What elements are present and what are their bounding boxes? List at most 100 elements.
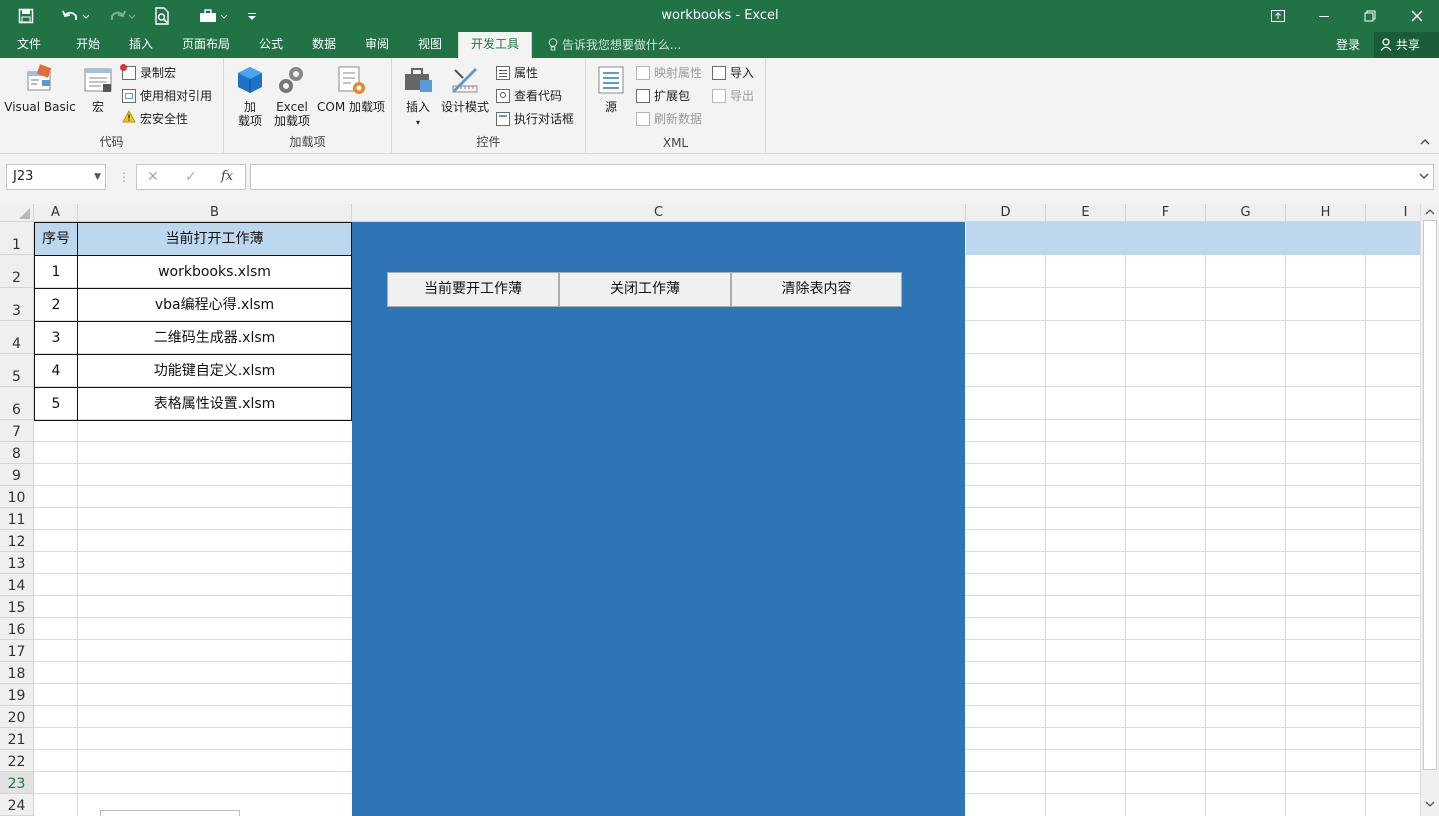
name-box[interactable]: J23 ▼	[6, 164, 106, 190]
view-code-button[interactable]: 查看代码	[496, 86, 562, 106]
scroll-thumb[interactable]	[1423, 220, 1437, 770]
table-header-cell[interactable]: 当前打开工作薄	[77, 222, 352, 256]
macros-button[interactable]: 宏	[78, 64, 118, 114]
refresh-data-button[interactable]: 刷新数据	[636, 109, 702, 129]
save-icon[interactable]	[14, 4, 38, 28]
column-header-b[interactable]: B	[78, 204, 352, 222]
table-cell[interactable]: workbooks.xlsm	[77, 255, 352, 289]
addins-button[interactable]: 加 载项	[232, 64, 268, 128]
share-button[interactable]: 共享	[1374, 32, 1439, 58]
row-header-13[interactable]: 13	[0, 552, 34, 574]
sign-in-link[interactable]: 登录	[1336, 32, 1360, 58]
tab-page-layout[interactable]: 页面布局	[174, 32, 238, 58]
row-header-21[interactable]: 21	[0, 728, 34, 750]
row-header-23[interactable]: 23	[0, 772, 34, 794]
collapse-ribbon-icon[interactable]	[1419, 136, 1431, 148]
tab-formulas[interactable]: 公式	[250, 32, 292, 58]
row-header-7[interactable]: 7	[0, 420, 34, 442]
column-header-f[interactable]: F	[1126, 204, 1206, 222]
close-workbook-button[interactable]: 关闭工作薄	[559, 272, 731, 307]
table-cell[interactable]: 2	[34, 288, 78, 322]
table-cell[interactable]: 功能键自定义.xlsm	[77, 354, 352, 388]
restore-icon[interactable]	[1358, 4, 1382, 28]
tab-review[interactable]: 审阅	[356, 32, 398, 58]
select-all-corner[interactable]	[0, 204, 34, 222]
open-workbooks-button[interactable]: 当前要开工作薄	[387, 272, 559, 307]
column-header-a[interactable]: A	[34, 204, 78, 222]
scroll-down-icon[interactable]	[1424, 798, 1436, 810]
row-header-3[interactable]: 3	[0, 288, 34, 321]
toolbox-icon[interactable]	[196, 4, 230, 28]
row-header-22[interactable]: 22	[0, 750, 34, 772]
properties-button[interactable]: 属性	[496, 63, 538, 83]
xml-export-button[interactable]: 导出	[712, 86, 754, 106]
minimize-icon[interactable]	[1312, 4, 1336, 28]
expand-formula-bar-icon[interactable]	[1419, 171, 1429, 184]
row-header-9[interactable]: 9	[0, 464, 34, 486]
cancel-entry-icon[interactable]: ✕	[147, 169, 159, 185]
table-cell[interactable]: 表格属性设置.xlsm	[77, 387, 352, 421]
row-header-24[interactable]: 24	[0, 794, 34, 816]
formula-input[interactable]	[250, 164, 1434, 190]
row-header-5[interactable]: 5	[0, 354, 34, 387]
row-header-6[interactable]: 6	[0, 387, 34, 420]
row-header-8[interactable]: 8	[0, 442, 34, 464]
map-properties-button[interactable]: 映射属性	[636, 63, 702, 83]
table-header-cell[interactable]: 序号	[34, 222, 78, 256]
table-cell[interactable]: 4	[34, 354, 78, 388]
table-cell[interactable]: 5	[34, 387, 78, 421]
column-header-h[interactable]: H	[1286, 204, 1366, 222]
row-header-1[interactable]: 1	[0, 222, 34, 255]
insert-controls-button[interactable]: 插入 ▾	[398, 64, 438, 130]
insert-function-icon[interactable]: fx	[221, 169, 233, 184]
tab-insert[interactable]: 插入	[118, 32, 164, 58]
expansion-packs-button[interactable]: 扩展包	[636, 86, 690, 106]
tab-file[interactable]: 文件	[8, 32, 50, 58]
design-mode-button[interactable]: 设计模式	[438, 64, 492, 114]
name-box-dropdown-icon[interactable]: ▼	[94, 165, 101, 189]
row-header-2[interactable]: 2	[0, 255, 34, 288]
scroll-up-icon[interactable]	[1424, 206, 1436, 218]
record-macro-button[interactable]: 录制宏	[120, 63, 176, 83]
row-header-11[interactable]: 11	[0, 508, 34, 530]
row-header-16[interactable]: 16	[0, 618, 34, 640]
tab-view[interactable]: 视图	[408, 32, 452, 58]
column-header-g[interactable]: G	[1206, 204, 1286, 222]
table-cell[interactable]: 二维码生成器.xlsm	[77, 321, 352, 355]
xml-import-button[interactable]: 导入	[712, 63, 754, 83]
macro-security-button[interactable]: 宏安全性	[122, 109, 188, 129]
redo-icon[interactable]	[104, 4, 138, 28]
tell-me-search[interactable]: 告诉我您想要做什么...	[548, 32, 681, 58]
row-header-18[interactable]: 18	[0, 662, 34, 684]
undo-icon[interactable]	[58, 4, 92, 28]
visual-basic-button[interactable]: Visual Basic	[4, 64, 76, 114]
row-header-14[interactable]: 14	[0, 574, 34, 596]
row-header-12[interactable]: 12	[0, 530, 34, 552]
row-header-20[interactable]: 20	[0, 706, 34, 728]
confirm-entry-icon[interactable]: ✓	[185, 169, 197, 185]
tab-home[interactable]: 开始	[64, 32, 112, 58]
vertical-scrollbar[interactable]	[1420, 204, 1439, 816]
column-header-e[interactable]: E	[1046, 204, 1126, 222]
splitter-dots-icon[interactable]: ⋮	[118, 170, 130, 184]
close-icon[interactable]	[1405, 4, 1429, 28]
row-header-4[interactable]: 4	[0, 321, 34, 354]
use-relative-references-button[interactable]: 使用相对引用	[122, 86, 212, 106]
row-header-17[interactable]: 17	[0, 640, 34, 662]
xml-source-button[interactable]: 源	[592, 64, 630, 114]
excel-addins-button[interactable]: Excel 加载项	[270, 64, 314, 128]
tab-developer[interactable]: 开发工具	[458, 32, 532, 58]
run-dialog-button[interactable]: 执行对话框	[496, 109, 574, 129]
table-cell[interactable]: 1	[34, 255, 78, 289]
row-header-10[interactable]: 10	[0, 486, 34, 508]
customize-icon[interactable]	[244, 4, 260, 28]
clear-table-button[interactable]: 清除表内容	[731, 272, 902, 307]
ribbon-display-icon[interactable]	[1266, 4, 1290, 28]
column-header-c[interactable]: C	[352, 204, 966, 222]
worksheet-grid[interactable]: A B C D E F G H I 1 2 3 4 5 6 7 8 9 10 1…	[0, 204, 1439, 816]
tab-data[interactable]: 数据	[302, 32, 346, 58]
table-cell[interactable]: vba编程心得.xlsm	[77, 288, 352, 322]
row-header-19[interactable]: 19	[0, 684, 34, 706]
table-cell[interactable]: 3	[34, 321, 78, 355]
print-preview-icon[interactable]	[150, 4, 174, 28]
